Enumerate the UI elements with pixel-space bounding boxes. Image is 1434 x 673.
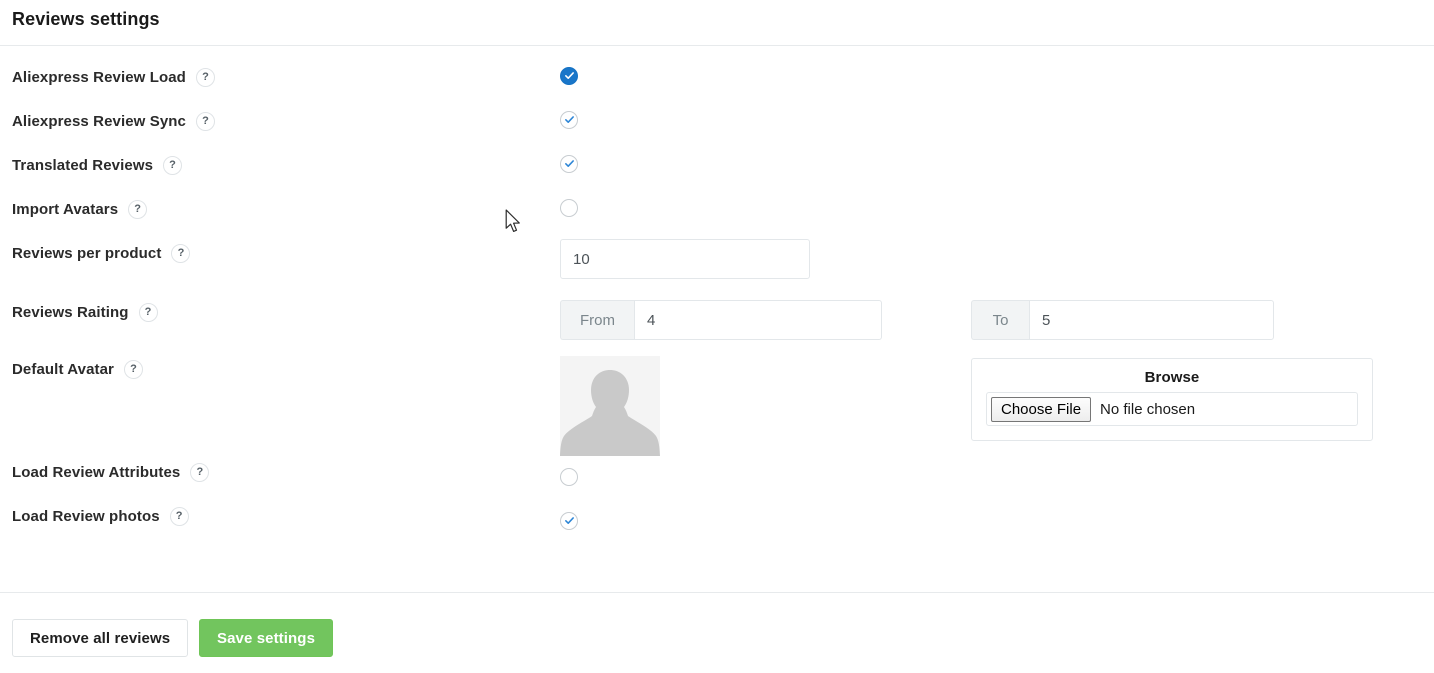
help-icon[interactable]: ? <box>171 244 191 263</box>
help-icon[interactable]: ? <box>138 303 158 322</box>
panel-footer: Remove all reviews Save settings <box>0 592 1434 673</box>
checkbox-toggle[interactable] <box>560 67 578 85</box>
check-icon <box>565 116 574 123</box>
checkbox-load-review-photos[interactable] <box>560 512 578 535</box>
help-icon[interactable]: ? <box>195 112 215 131</box>
checkbox-toggle[interactable] <box>560 155 578 173</box>
rating-to-group[interactable]: To 5 <box>971 300 1274 340</box>
avatar-placeholder-image <box>560 356 660 456</box>
rating-to-input-group[interactable]: To 5 <box>971 300 1274 340</box>
reviews-settings-page: Reviews settings Aliexpress Review Load … <box>0 0 1434 673</box>
check-icon <box>565 517 574 524</box>
browse-caption: Browse <box>1144 369 1200 386</box>
label-reviews-per-product: Reviews per product ? <box>12 244 191 263</box>
default-avatar-preview <box>560 356 660 456</box>
checkbox-toggle[interactable] <box>560 468 578 486</box>
choose-file-button[interactable]: Choose File <box>991 396 1092 422</box>
user-silhouette-icon <box>560 356 660 456</box>
avatar-upload-panel: Browse Choose File No file chosen <box>971 358 1373 441</box>
help-icon[interactable]: ? <box>163 156 183 175</box>
checkbox-load-review-attributes[interactable] <box>560 468 578 491</box>
help-icon[interactable]: ? <box>128 200 148 219</box>
save-settings-button[interactable]: Save settings <box>199 619 334 657</box>
row-label-text: Load Review Attributes <box>12 464 181 481</box>
help-icon[interactable]: ? <box>190 463 210 482</box>
rating-from-addon-label: From <box>560 300 634 340</box>
label-load-review-photos: Load Review photos ? <box>12 507 189 526</box>
help-icon[interactable]: ? <box>195 68 215 87</box>
label-aliexpress-review-sync: Aliexpress Review Sync ? <box>12 112 215 131</box>
file-status-text: No file chosen <box>1100 400 1196 418</box>
checkbox-toggle[interactable] <box>560 512 578 530</box>
label-reviews-rating: Reviews Raiting ? <box>12 303 158 322</box>
row-label-text: Reviews per product <box>12 245 162 262</box>
rating-to-input[interactable]: 5 <box>1029 300 1274 340</box>
help-icon[interactable]: ? <box>169 507 189 526</box>
row-label-text: Reviews Raiting <box>12 304 129 321</box>
settings-form: Aliexpress Review Load ? Aliexpress Revi… <box>0 46 1434 590</box>
page-title: Reviews settings <box>12 9 160 29</box>
label-aliexpress-review-load: Aliexpress Review Load ? <box>12 68 215 87</box>
rating-from-input[interactable]: 4 <box>634 300 882 340</box>
label-translated-reviews: Translated Reviews ? <box>12 156 183 175</box>
label-default-avatar: Default Avatar ? <box>12 360 143 379</box>
reviews-per-product-input[interactable]: 10 <box>560 239 810 279</box>
row-label-text: Import Avatars <box>12 201 119 218</box>
browse-panel: Browse Choose File No file chosen <box>971 358 1373 441</box>
checkbox-toggle[interactable] <box>560 111 578 129</box>
rating-to-addon-label: To <box>971 300 1029 340</box>
row-label-text: Translated Reviews <box>12 157 154 174</box>
help-icon[interactable]: ? <box>123 360 143 379</box>
row-label-text: Default Avatar <box>12 361 114 378</box>
checkbox-import-avatars[interactable] <box>560 199 578 222</box>
checkbox-translated-reviews[interactable] <box>560 155 578 178</box>
row-label-text: Load Review photos <box>12 508 160 525</box>
label-load-review-attributes: Load Review Attributes ? <box>12 463 210 482</box>
rating-from-group[interactable]: From 4 <box>560 300 882 340</box>
remove-all-reviews-button[interactable]: Remove all reviews <box>12 619 189 657</box>
rating-from-input-group[interactable]: From 4 <box>560 300 882 340</box>
check-icon <box>565 72 574 79</box>
avatar-file-input[interactable]: Choose File No file chosen <box>986 392 1358 426</box>
row-label-text: Aliexpress Review Sync <box>12 113 186 130</box>
checkbox-aliexpress-review-sync[interactable] <box>560 111 578 134</box>
check-icon <box>565 160 574 167</box>
checkbox-toggle[interactable] <box>560 199 578 217</box>
checkbox-aliexpress-review-load[interactable] <box>560 67 578 90</box>
reviews-per-product-field[interactable]: 10 <box>560 239 810 279</box>
panel-header: Reviews settings <box>0 0 1434 46</box>
label-import-avatars: Import Avatars ? <box>12 200 148 219</box>
row-label-text: Aliexpress Review Load <box>12 69 186 86</box>
